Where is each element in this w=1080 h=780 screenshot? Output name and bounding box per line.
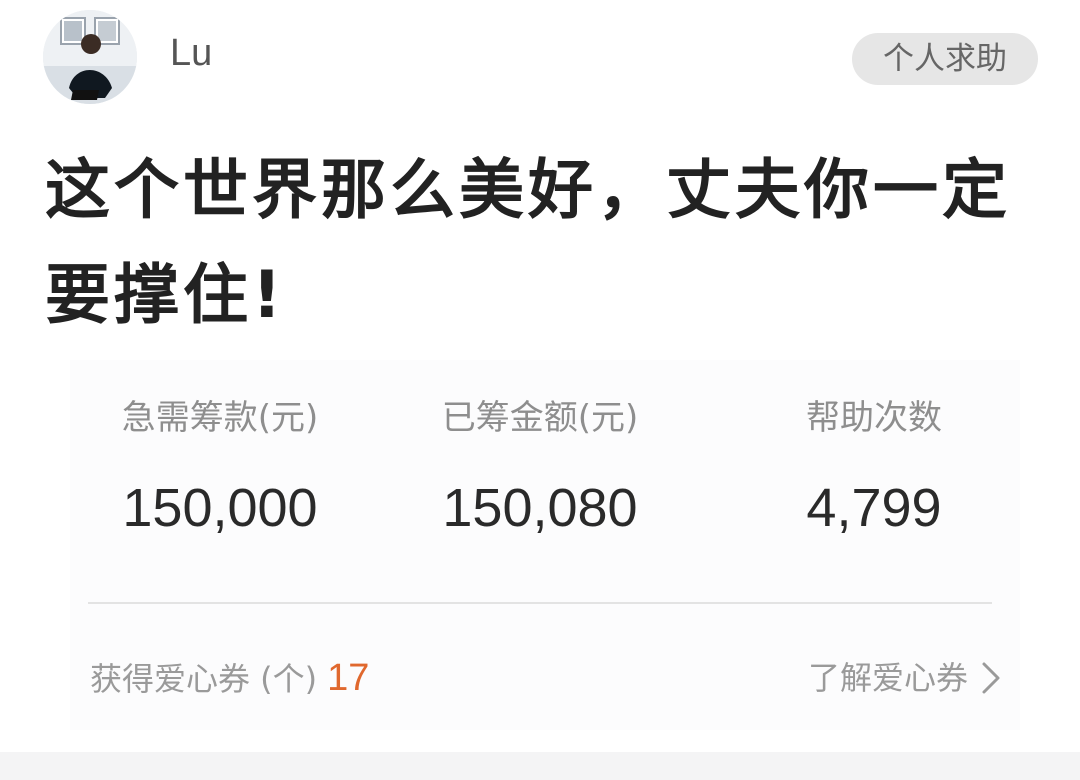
raised-amount-stat: 已筹金额(元) 150,080 — [390, 398, 690, 540]
author-avatar[interactable] — [43, 10, 137, 104]
learn-coupons-label: 了解爱心券 — [807, 659, 968, 697]
coupon-label: 获得爱心券 (个) — [90, 660, 318, 698]
target-amount-value: 150,000 — [122, 478, 318, 538]
target-amount-label: 急需筹款(元) — [121, 398, 319, 438]
help-count-stat: 帮助次数 4,799 — [724, 398, 1024, 540]
user-avatar-icon — [43, 10, 137, 104]
category-badge: 个人求助 — [852, 33, 1038, 85]
campaign-title: 这个世界那么美好，丈夫你一定要撑住! — [45, 153, 1012, 333]
coupon-summary: 获得爱心券 (个) 17 — [90, 656, 369, 701]
help-count-label: 帮助次数 — [806, 398, 942, 438]
author-name[interactable]: Lu — [170, 32, 212, 75]
raised-amount-value: 150,080 — [442, 478, 638, 538]
raised-amount-label: 已筹金额(元) — [441, 398, 639, 438]
fundraising-stats-card: 急需筹款(元) 150,000 已筹金额(元) 150,080 帮助次数 4,7… — [70, 360, 1020, 730]
learn-coupons-link[interactable]: 了解爱心券 — [808, 656, 1002, 700]
target-amount-stat: 急需筹款(元) 150,000 — [70, 398, 370, 540]
coupon-count: 17 — [327, 657, 370, 699]
stats-divider — [88, 602, 992, 604]
page-bottom-area — [0, 752, 1080, 780]
help-count-value: 4,799 — [806, 478, 942, 538]
chevron-right-icon — [982, 662, 1000, 694]
